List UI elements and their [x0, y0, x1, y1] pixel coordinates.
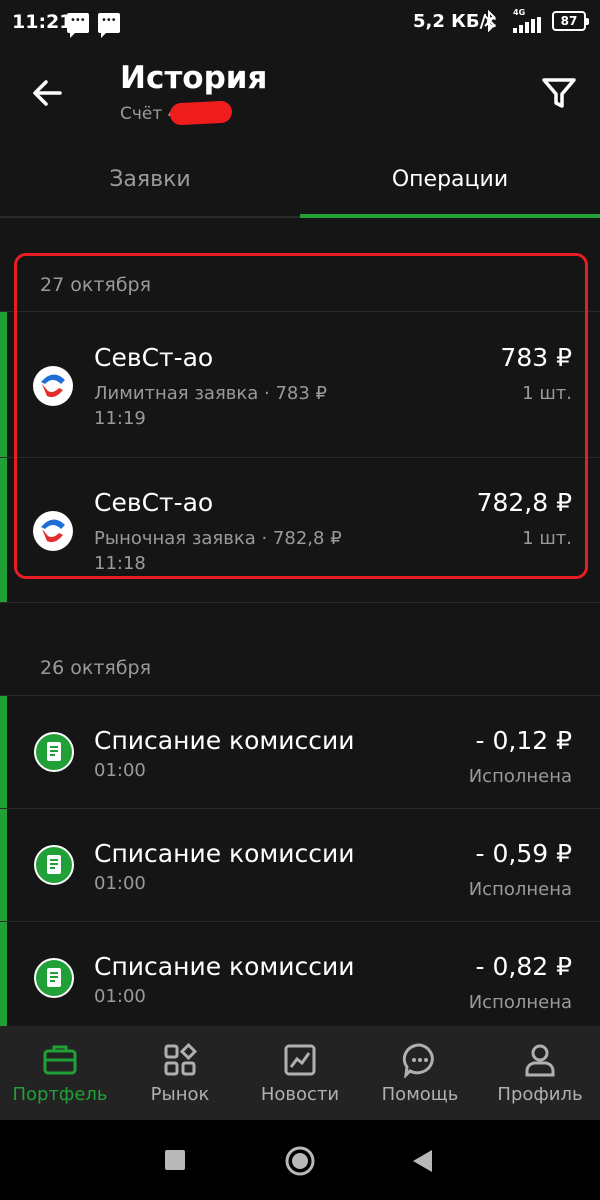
nav-label: Помощь	[381, 1084, 459, 1105]
active-tab-indicator	[300, 214, 600, 218]
operation-title: Списание комиссии	[94, 726, 355, 755]
bluetooth-icon	[483, 9, 497, 37]
row-divider	[0, 602, 600, 603]
operation-status: Исполнена	[468, 766, 572, 787]
operation-amount: - 0,12 ₽	[475, 726, 572, 755]
highlight-annotation	[14, 253, 588, 579]
nav-label: Новости	[260, 1084, 340, 1105]
operation-amount: - 0,59 ₽	[475, 839, 572, 868]
operation-time: 01:00	[94, 986, 146, 1007]
operation-amount: - 0,82 ₽	[475, 952, 572, 981]
section-accent-bar	[0, 696, 7, 1026]
document-icon	[34, 732, 74, 772]
signal-icon	[513, 17, 543, 33]
arrow-left-icon	[33, 80, 62, 106]
status-bar: 11:21 5,2 КБ/с 4G 87	[0, 0, 600, 48]
person-icon	[525, 1044, 555, 1077]
nav-profile[interactable]: Профиль	[480, 1026, 600, 1120]
bottom-navigation: Портфель Рынок Новости Помощь Профиль	[0, 1026, 600, 1120]
battery-icon: 87	[552, 11, 589, 31]
grid-icon	[164, 1042, 198, 1076]
nav-label: Рынок	[150, 1084, 210, 1105]
document-icon	[34, 845, 74, 885]
nav-label: Профиль	[497, 1084, 583, 1105]
operation-title: Списание комиссии	[94, 952, 355, 981]
row-divider	[0, 808, 600, 809]
nav-portfolio[interactable]: Портфель	[0, 1026, 120, 1120]
operation-status: Исполнена	[468, 992, 572, 1013]
status-time: 11:21	[12, 11, 73, 33]
filter-button[interactable]	[536, 70, 582, 116]
operation-status: Исполнена	[468, 879, 572, 900]
home-button[interactable]	[284, 1145, 316, 1177]
chart-icon	[284, 1044, 316, 1076]
nav-label: Портфель	[12, 1084, 108, 1105]
nav-news[interactable]: Новости	[240, 1026, 360, 1120]
recents-button[interactable]	[164, 1149, 186, 1171]
back-nav-button[interactable]	[410, 1148, 434, 1174]
operation-time: 01:00	[94, 873, 146, 894]
redaction-mark	[169, 100, 233, 126]
row-divider	[0, 921, 600, 922]
system-navigation-bar	[0, 1120, 600, 1200]
page-title: История	[120, 60, 268, 96]
row-divider	[0, 695, 600, 696]
document-icon	[34, 958, 74, 998]
message-notification-icon	[98, 13, 120, 38]
nav-market[interactable]: Рынок	[120, 1026, 240, 1120]
tab-requests[interactable]: Заявки	[0, 152, 300, 216]
briefcase-icon	[43, 1045, 77, 1075]
back-button[interactable]	[24, 70, 70, 116]
chat-icon	[402, 1043, 434, 1078]
filter-icon	[542, 78, 576, 108]
tab-operations[interactable]: Операции	[300, 152, 600, 216]
date-header: 26 октября	[40, 657, 152, 679]
nav-help[interactable]: Помощь	[360, 1026, 480, 1120]
operation-time: 01:00	[94, 760, 146, 781]
message-notification-icon	[67, 13, 89, 38]
network-type: 4G	[513, 8, 526, 17]
operation-title: Списание комиссии	[94, 839, 355, 868]
